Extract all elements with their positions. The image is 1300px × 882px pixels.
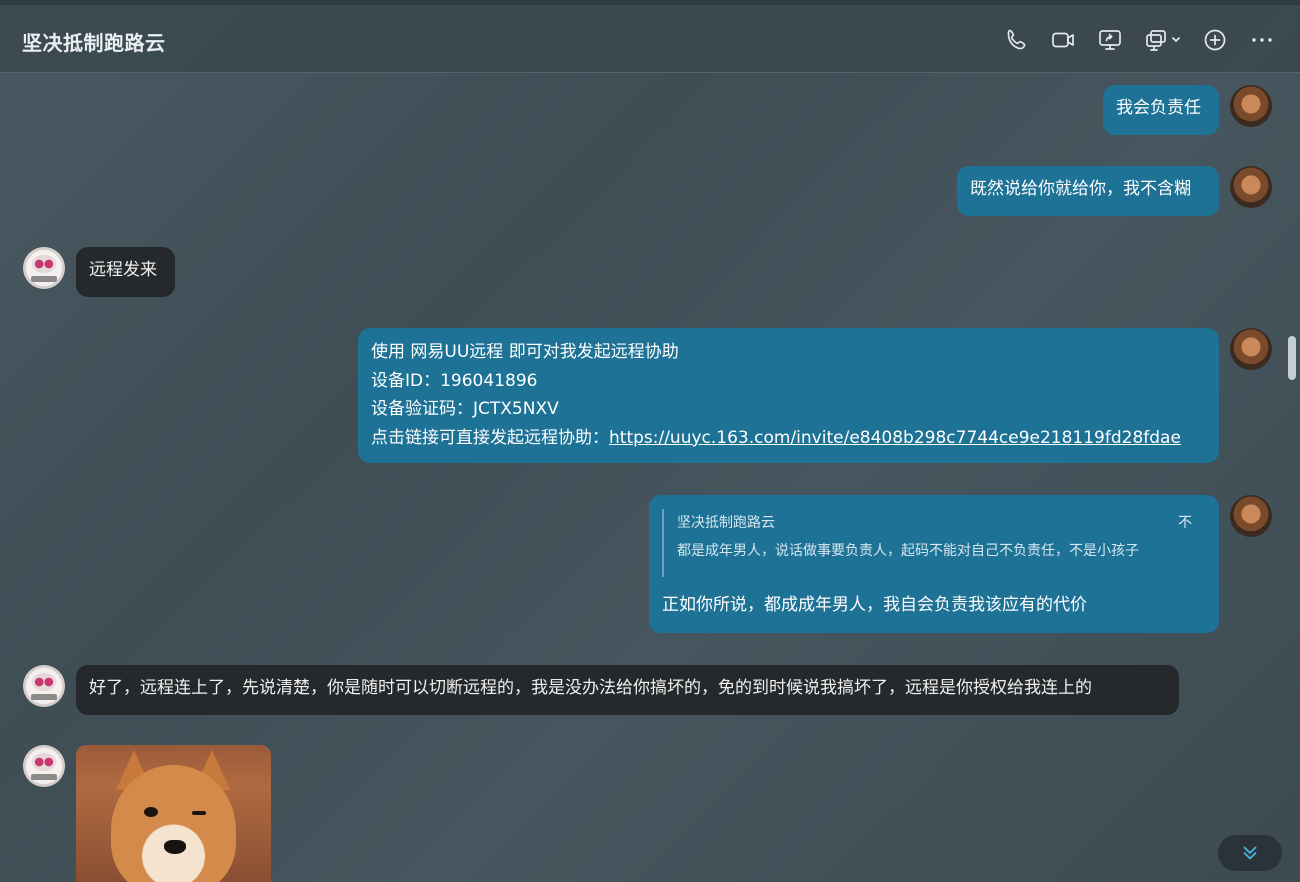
message-text: 好了，远程连上了，先说清楚，你是随时可以切断远程的，我是没办法给你搞坏的，免的到…	[89, 678, 1092, 698]
quoted-message[interactable]: 坚决抵制跑路云 不 都是成年男人，说话做事要负责人，起码不能对自己不负责任，不是…	[662, 509, 1192, 577]
my-avatar[interactable]	[1230, 495, 1272, 537]
message-line: 设备验证码：JCTX5NXV	[371, 399, 559, 419]
message-bubble-incoming[interactable]: 好了，远程连上了，先说清楚，你是随时可以切断远程的，我是没办法给你搞坏的，免的到…	[76, 665, 1179, 715]
message-line: 设备ID：196041896	[371, 370, 538, 391]
message-bubble-incoming[interactable]: 远程发来	[76, 247, 175, 297]
scroll-to-bottom-button[interactable]	[1218, 835, 1282, 871]
message-bubble-outgoing[interactable]: 既然说给你就给你，我不含糊	[957, 166, 1219, 216]
screen-share-icon[interactable]	[1097, 27, 1123, 53]
chat-title: 坚决抵制跑路云	[22, 31, 166, 55]
quoted-text: 都是成年男人，说话做事要负责人，起码不能对自己不负责任，不是小孩子	[677, 543, 1139, 559]
quoted-extra: 不	[1178, 515, 1192, 531]
my-avatar[interactable]	[1230, 328, 1272, 370]
remote-desktop-icon[interactable]	[1144, 27, 1184, 53]
dog-nose	[164, 840, 186, 854]
invite-link[interactable]: https://uuyc.163.com/invite/e8408b298c77…	[609, 428, 1181, 448]
video-icon[interactable]	[1050, 27, 1076, 53]
add-icon[interactable]	[1202, 27, 1228, 53]
message-line: 点击链接可直接发起远程协助：https://uuyc.163.com/invit…	[371, 424, 1206, 453]
message-bubble-outgoing-reply[interactable]: 坚决抵制跑路云 不 都是成年男人，说话做事要负责人，起码不能对自己不负责任，不是…	[649, 495, 1219, 633]
phone-icon[interactable]	[1004, 27, 1030, 53]
more-icon[interactable]	[1249, 27, 1275, 53]
my-avatar[interactable]	[1230, 166, 1272, 208]
contact-avatar[interactable]	[23, 745, 65, 787]
message-text: 既然说给你就给你，我不含糊	[970, 179, 1191, 199]
dog-eye	[144, 807, 158, 817]
contact-avatar[interactable]	[23, 247, 65, 289]
contact-avatar[interactable]	[23, 665, 65, 707]
message-bubble-outgoing[interactable]: 我会负责任	[1103, 85, 1219, 135]
my-avatar[interactable]	[1230, 85, 1272, 127]
message-text: 正如你所说，都成成年男人，我自会负责我该应有的代价	[662, 595, 1087, 615]
message-line: 使用 网易UU远程 即可对我发起远程协助	[371, 342, 679, 362]
link-prefix: 点击链接可直接发起远程协助：	[371, 427, 609, 448]
scrollbar-thumb[interactable]	[1288, 336, 1296, 380]
shiba-inu-winking-sticker[interactable]	[76, 745, 271, 882]
double-chevron-down-icon	[1243, 846, 1257, 860]
message-text: 远程发来	[89, 260, 157, 280]
chat-header: 坚决抵制跑路云	[0, 5, 1300, 73]
quoted-sender: 坚决抵制跑路云	[677, 515, 775, 531]
dog-winking-eye	[192, 811, 206, 815]
message-bubble-outgoing[interactable]: 使用 网易UU远程 即可对我发起远程协助 设备ID：196041896 设备验证…	[358, 328, 1219, 463]
message-text: 我会负责任	[1116, 98, 1201, 118]
